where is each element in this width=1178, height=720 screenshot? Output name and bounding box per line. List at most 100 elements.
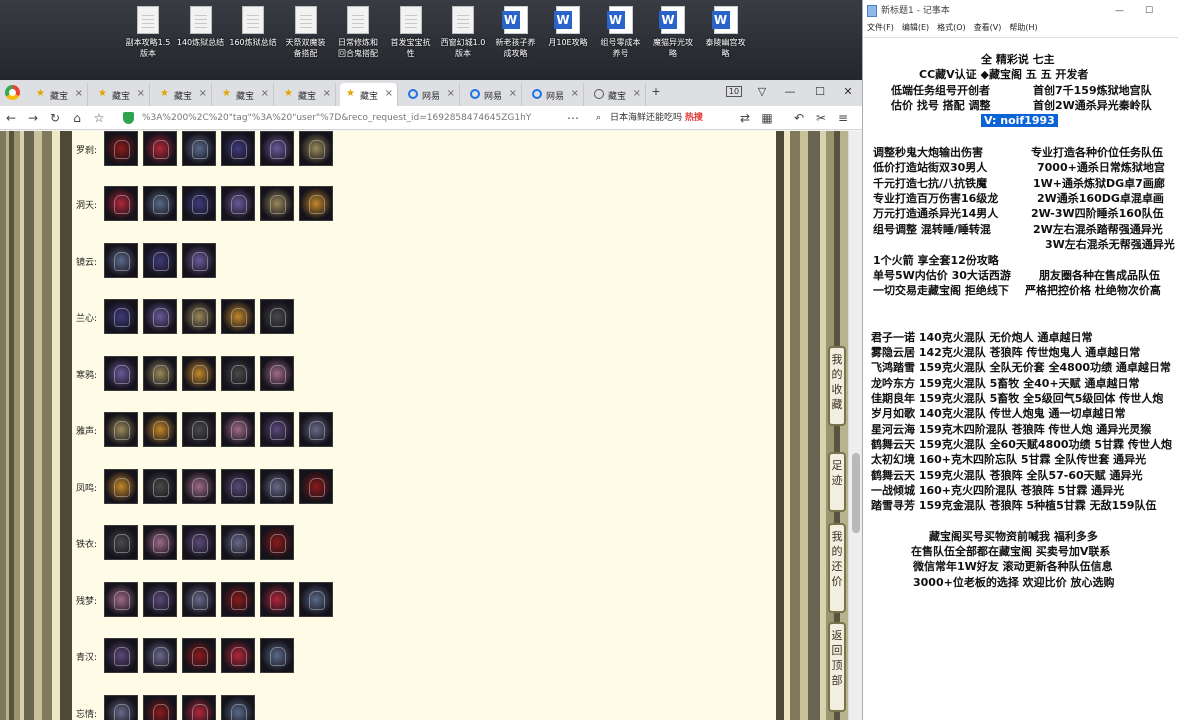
notepad-maximize-button[interactable]: ☐ [1145,0,1153,22]
menu-icon[interactable]: ≡ [834,109,852,127]
item-thumbnail[interactable] [299,131,333,166]
item-thumbnail[interactable] [260,356,294,391]
item-thumbnail[interactable] [299,186,333,221]
item-thumbnail[interactable] [143,186,177,221]
maximize-button[interactable]: ☐ [806,80,834,104]
item-thumbnail[interactable] [143,469,177,504]
item-thumbnail[interactable] [143,131,177,166]
tab-close-icon[interactable]: × [633,88,641,99]
notepad-menu-item[interactable]: 编辑(E) [902,23,929,32]
browser-tab[interactable]: 藏宝 × [588,83,646,106]
desktop-icon[interactable]: 天祭双魔装 备搭配 [280,4,332,76]
tab-close-icon[interactable]: × [199,88,207,99]
item-thumbnail[interactable] [221,469,255,504]
item-thumbnail[interactable] [104,695,138,720]
tab-close-icon[interactable]: × [137,88,145,99]
item-thumbnail[interactable] [143,356,177,391]
item-thumbnail[interactable] [104,638,138,673]
item-thumbnail[interactable] [182,469,216,504]
item-thumbnail[interactable] [260,525,294,560]
item-thumbnail[interactable] [143,582,177,617]
item-thumbnail[interactable] [143,695,177,720]
item-thumbnail[interactable] [299,412,333,447]
more-options-icon[interactable]: ⋯ [564,109,582,127]
tab-close-icon[interactable]: × [571,88,579,99]
browser-tab[interactable]: ★ 藏宝 × [216,83,274,106]
item-thumbnail[interactable] [182,299,216,334]
browser-tab[interactable]: ★ 藏宝 × [340,83,398,106]
item-thumbnail[interactable] [182,186,216,221]
sync-icon[interactable]: ⇄ [736,109,754,127]
item-thumbnail[interactable] [104,131,138,166]
side-nav-button[interactable]: 我的收藏 [828,346,846,426]
item-thumbnail[interactable] [260,131,294,166]
item-thumbnail[interactable] [143,525,177,560]
item-thumbnail[interactable] [221,695,255,720]
item-thumbnail[interactable] [299,469,333,504]
desktop-icon[interactable]: 西窗幻城1.0 版本 [437,4,489,76]
undo-icon[interactable]: ↶ [790,109,808,127]
tab-close-icon[interactable]: × [447,88,455,99]
item-thumbnail[interactable] [182,582,216,617]
desktop-icon[interactable]: 首发宝宝抗 性 [385,4,437,76]
item-thumbnail[interactable] [221,525,255,560]
close-window-button[interactable]: ✕ [834,80,862,104]
item-thumbnail[interactable] [260,469,294,504]
item-thumbnail[interactable] [221,299,255,334]
item-thumbnail[interactable] [260,412,294,447]
item-thumbnail[interactable] [260,186,294,221]
browser-tab[interactable]: 网易 × [402,83,460,106]
browser-tab[interactable]: ★ 藏宝 × [154,83,212,106]
item-thumbnail[interactable] [260,638,294,673]
item-thumbnail[interactable] [104,469,138,504]
item-thumbnail[interactable] [182,356,216,391]
shirt-icon[interactable]: ▽ [748,80,776,104]
favorite-star-icon[interactable]: ☆ [90,109,108,127]
item-thumbnail[interactable] [143,412,177,447]
item-thumbnail[interactable] [104,582,138,617]
cut-icon[interactable]: ✂ [812,109,830,127]
item-thumbnail[interactable] [221,356,255,391]
notepad-menu-item[interactable]: 查看(V) [974,23,1002,32]
item-thumbnail[interactable] [104,299,138,334]
tab-close-icon[interactable]: × [261,88,269,99]
address-bar[interactable]: %3A%200%2C%20"tag"%3A%20"user"%7D&reco_r… [118,109,586,127]
tab-count-badge[interactable]: 10 [720,80,748,104]
desktop-icon[interactable]: 日常修炼和 回合鬼搭配 [332,4,384,76]
desktop-icon[interactable]: 160炼狱总结 [227,4,279,76]
desktop-icon[interactable]: W 组号零成本 养号 [595,4,647,76]
browser-tab[interactable]: ★ 藏宝 × [92,83,150,106]
item-thumbnail[interactable] [260,299,294,334]
scrollbar-thumb[interactable] [852,453,860,533]
item-thumbnail[interactable] [182,695,216,720]
browser-tab[interactable]: ★ 藏宝 × [278,83,336,106]
item-thumbnail[interactable] [182,412,216,447]
item-thumbnail[interactable] [299,582,333,617]
browser-tab[interactable]: ★ 藏宝 × [30,83,88,106]
side-nav-button[interactable]: 足迹 [828,452,846,512]
notepad-menu-item[interactable]: 文件(F) [867,23,894,32]
forward-button[interactable]: → [24,109,42,127]
desktop-icon[interactable]: W 月10E攻略 [542,4,594,76]
reload-button[interactable]: ↻ [46,109,64,127]
item-thumbnail[interactable] [104,356,138,391]
tab-close-icon[interactable]: × [509,88,517,99]
desktop-icon[interactable]: W 新老孩子养 成攻略 [490,4,542,76]
item-thumbnail[interactable] [182,131,216,166]
notepad-menu-item[interactable]: 格式(O) [937,23,966,32]
item-thumbnail[interactable] [104,412,138,447]
desktop-icon[interactable]: W 泰陵幽宫攻 略 [700,4,752,76]
item-thumbnail[interactable] [182,525,216,560]
side-nav-button[interactable]: 我的还价 [828,523,846,613]
desktop-icon[interactable]: W 魔猫异光攻 略 [647,4,699,76]
item-thumbnail[interactable] [260,582,294,617]
item-thumbnail[interactable] [221,131,255,166]
item-thumbnail[interactable] [182,638,216,673]
notepad-minimize-button[interactable]: — [1115,0,1124,22]
desktop-icon[interactable]: 140炼狱总结 [175,4,227,76]
desktop-icon[interactable]: 副本攻略1.5 版本 [122,4,174,76]
apps-grid-icon[interactable]: ▦ [758,109,776,127]
scrollbar[interactable] [848,131,862,720]
browser-tab[interactable]: 网易 × [464,83,522,106]
item-thumbnail[interactable] [143,638,177,673]
